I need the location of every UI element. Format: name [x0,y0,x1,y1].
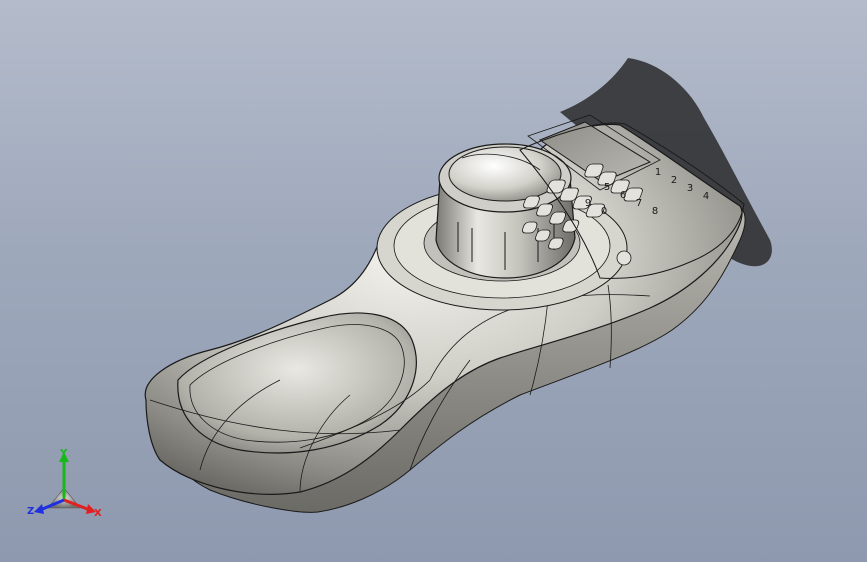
key-round[interactable] [616,250,632,266]
z-axis-label: Z [27,506,34,517]
key-label-2: 2 [671,175,677,186]
key-label-7: 7 [636,198,642,209]
key-label-5: 5 [604,182,610,193]
key-label-9: 9 [585,198,591,209]
z-axis-arrow [34,504,44,514]
y-axis-label: Y [59,448,68,459]
key-label-1: 1 [655,167,661,178]
coordinate-triad: Y X Z [27,448,102,519]
key-label-6: 6 [620,190,626,201]
key-label-4: 4 [703,191,709,202]
key-label-8: 8 [652,206,658,217]
key-label-0: 0 [601,206,607,217]
graphics-viewport[interactable]: 1 2 3 4 5 6 7 8 9 0 Y X Z [0,0,867,562]
model-scene[interactable]: 1 2 3 4 5 6 7 8 9 0 [0,0,867,562]
key-label-3: 3 [687,183,693,194]
x-axis-label: X [94,508,102,519]
knob-top-cap[interactable] [448,146,562,202]
